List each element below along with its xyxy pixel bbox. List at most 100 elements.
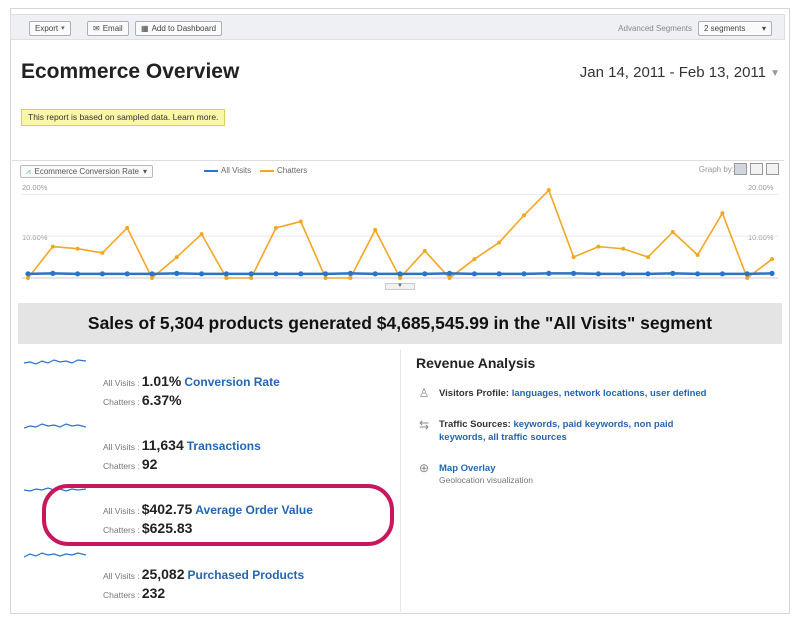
page-title: Ecommerce Overview <box>21 60 240 83</box>
data-point[interactable] <box>620 271 626 277</box>
conversion-rate-link[interactable]: Conversion Rate <box>184 375 279 389</box>
data-point[interactable] <box>695 253 700 257</box>
advanced-segments-select[interactable]: 2 segments ▾ <box>698 21 772 36</box>
export-button[interactable]: Export ▾ <box>29 21 71 36</box>
dashboard-label: Add to Dashboard <box>151 24 217 33</box>
graph-by-month-button[interactable] <box>766 163 779 175</box>
data-point[interactable] <box>695 271 701 277</box>
metric-select[interactable]: ⩘ Ecommerce Conversion Rate ▾ <box>20 165 154 178</box>
data-point[interactable] <box>26 276 30 280</box>
data-point[interactable] <box>646 255 650 260</box>
data-point[interactable] <box>323 276 328 280</box>
all-traffic-sources-link[interactable]: all traffic sources <box>488 432 567 443</box>
data-point[interactable] <box>422 271 428 277</box>
data-point[interactable] <box>274 225 278 230</box>
email-button[interactable]: ✉ Email <box>87 21 129 36</box>
add-to-dashboard-button[interactable]: ▦ Add to Dashboard <box>135 21 223 36</box>
data-point[interactable] <box>744 271 750 277</box>
data-point[interactable] <box>447 270 453 276</box>
user-defined-link[interactable]: user defined <box>650 388 707 399</box>
data-point[interactable] <box>471 271 477 277</box>
stat-chat-value: 232 <box>141 585 166 601</box>
non-paid-link[interactable]: non paid <box>634 419 674 430</box>
data-point[interactable] <box>100 250 105 255</box>
data-point[interactable] <box>174 255 179 260</box>
transactions-link[interactable]: Transactions <box>187 439 261 453</box>
data-point[interactable] <box>348 276 353 280</box>
data-point[interactable] <box>720 211 725 216</box>
data-point[interactable] <box>496 271 502 277</box>
graph-by-week-button[interactable] <box>750 163 763 175</box>
data-point[interactable] <box>372 271 378 277</box>
graph-by-day-button[interactable] <box>734 163 747 175</box>
date-range-picker[interactable]: Jan 14, 2011 - Feb 13, 2011 <box>580 64 766 81</box>
data-point[interactable] <box>99 271 105 277</box>
data-point[interactable] <box>595 271 602 277</box>
stat-all-label: All Visits : <box>103 442 140 452</box>
data-point[interactable] <box>224 276 229 280</box>
network-locations-link[interactable]: network locations, <box>564 388 647 399</box>
data-point[interactable] <box>125 225 130 230</box>
map-overlay-link[interactable]: Map Overlay <box>439 462 496 475</box>
data-point[interactable] <box>199 271 205 277</box>
data-point[interactable] <box>670 230 675 234</box>
data-point[interactable] <box>347 270 353 276</box>
data-point[interactable] <box>596 244 601 249</box>
keywords-link[interactable]: keywords, <box>439 432 485 443</box>
column-divider <box>400 350 401 612</box>
stat-chatters: Chatters :6.37% <box>103 392 182 408</box>
chart-resize-handle[interactable]: ▼ <box>385 283 415 290</box>
data-point[interactable] <box>447 276 452 280</box>
summary-banner: Sales of 5,304 products generated $4,685… <box>18 303 782 344</box>
data-point[interactable] <box>75 246 80 251</box>
data-point[interactable] <box>149 271 155 277</box>
data-point[interactable] <box>645 271 651 277</box>
data-point[interactable] <box>248 271 254 277</box>
data-point[interactable] <box>745 276 750 280</box>
data-point[interactable] <box>621 246 626 251</box>
data-point[interactable] <box>472 257 477 262</box>
data-point[interactable] <box>174 270 180 276</box>
data-point[interactable] <box>670 270 676 276</box>
sampled-data-notice[interactable]: This report is based on sampled data. Le… <box>21 109 226 126</box>
data-point[interactable] <box>546 188 551 193</box>
data-point[interactable] <box>298 271 304 277</box>
purchased-products-link[interactable]: Purchased Products <box>188 568 305 582</box>
data-point[interactable] <box>75 271 81 277</box>
data-point[interactable] <box>571 255 576 260</box>
data-point[interactable] <box>25 271 31 277</box>
stat-chatters: Chatters :92 <box>103 456 157 472</box>
languages-link[interactable]: languages, <box>512 388 562 399</box>
data-point[interactable] <box>50 270 56 276</box>
data-point[interactable] <box>273 271 279 277</box>
data-point[interactable] <box>770 257 774 262</box>
data-point[interactable] <box>571 270 577 276</box>
data-point[interactable] <box>298 219 303 224</box>
highlight-annotation <box>42 484 394 546</box>
data-point[interactable] <box>546 270 552 276</box>
metric-label: Ecommerce Conversion Rate <box>34 167 139 176</box>
data-point[interactable] <box>497 240 502 245</box>
chevron-down-icon: ▾ <box>143 167 148 176</box>
data-point[interactable] <box>249 276 254 280</box>
data-point[interactable] <box>769 270 775 276</box>
data-point[interactable] <box>397 271 403 277</box>
data-point[interactable] <box>422 248 427 253</box>
keywords-link[interactable]: keywords, <box>513 419 559 430</box>
paid-keywords-link[interactable]: paid keywords, <box>563 419 632 430</box>
data-point[interactable] <box>522 213 526 218</box>
data-point[interactable] <box>50 244 55 249</box>
data-point[interactable] <box>521 271 527 277</box>
traffic-sources-row: Traffic Sources: keywords, paid keywords… <box>439 418 673 444</box>
data-point[interactable] <box>124 271 130 277</box>
advanced-segments-label: Advanced Segments <box>618 24 692 33</box>
data-point[interactable] <box>373 227 378 232</box>
data-point[interactable] <box>199 232 204 237</box>
data-point[interactable] <box>398 276 402 280</box>
revenue-analysis-title: Revenue Analysis <box>416 355 536 371</box>
data-point[interactable] <box>150 276 154 280</box>
data-point[interactable] <box>719 271 726 277</box>
data-point[interactable] <box>323 271 329 277</box>
data-point[interactable] <box>223 271 229 277</box>
chevron-down-icon[interactable]: ▼ <box>770 68 780 79</box>
